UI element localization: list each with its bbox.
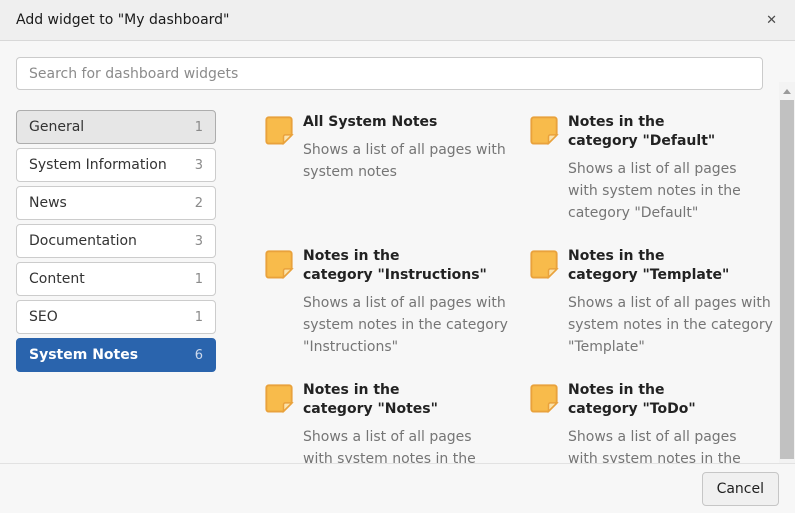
widget-text: All System Notes Shows a list of all pag… xyxy=(303,113,513,183)
widget-card-notes-default[interactable]: Notes in the category "Default" Shows a … xyxy=(529,113,781,224)
widget-title: Notes in the category "Default" xyxy=(568,113,748,151)
widget-text: Notes in the category "ToDo" Shows a lis… xyxy=(568,381,748,463)
sidebar-item-general[interactable]: General 1 xyxy=(16,110,216,144)
cancel-button[interactable]: Cancel xyxy=(702,472,779,506)
widget-title-line: Notes in the xyxy=(568,113,748,132)
add-widget-dialog: Add widget to "My dashboard" ✕ General 1… xyxy=(0,0,795,513)
widget-grid: All System Notes Shows a list of all pag… xyxy=(264,113,781,463)
category-label: General xyxy=(29,119,84,135)
category-count: 1 xyxy=(195,120,203,135)
category-count: 3 xyxy=(195,234,203,249)
sticky-note-icon xyxy=(264,114,294,146)
widget-title-line: Notes in the xyxy=(568,381,748,400)
dialog-body: General 1 System Information 3 News 2 Do… xyxy=(0,41,795,463)
sidebar-item-seo[interactable]: SEO 1 xyxy=(16,300,216,334)
sticky-note-icon xyxy=(529,248,559,280)
widget-card-notes-notes[interactable]: Notes in the category "Notes" Shows a li… xyxy=(264,381,529,463)
widget-card-notes-todo[interactable]: Notes in the category "ToDo" Shows a lis… xyxy=(529,381,781,463)
widget-description: Shows a list of all pages with system no… xyxy=(568,292,778,358)
widget-title-line: category "Notes" xyxy=(303,400,483,419)
sidebar-item-documentation[interactable]: Documentation 3 xyxy=(16,224,216,258)
widget-title-line: category "ToDo" xyxy=(568,400,748,419)
category-label: Documentation xyxy=(29,233,137,249)
widget-text: Notes in the category "Instructions" Sho… xyxy=(303,247,513,358)
category-count: 1 xyxy=(195,310,203,325)
widget-title: Notes in the category "Template" xyxy=(568,247,778,285)
search-input[interactable] xyxy=(16,57,763,90)
widget-title: Notes in the category "ToDo" xyxy=(568,381,748,419)
category-count: 6 xyxy=(195,348,203,363)
widget-title-line: Notes in the xyxy=(303,247,513,266)
dialog-title: Add widget to "My dashboard" xyxy=(16,12,229,28)
widget-description: Shows a list of all pages with system no… xyxy=(568,158,748,224)
widget-title: Notes in the category "Notes" xyxy=(303,381,483,419)
vertical-scrollbar[interactable] xyxy=(779,82,795,463)
sidebar-item-system-information[interactable]: System Information 3 xyxy=(16,148,216,182)
widget-title-line: category "Instructions" xyxy=(303,266,513,285)
scrollbar-thumb[interactable] xyxy=(780,100,794,459)
sticky-note-icon xyxy=(529,382,559,414)
widget-description: Shows a list of all pages with system no… xyxy=(568,426,748,463)
scroll-up-arrow-icon[interactable] xyxy=(783,89,791,94)
widget-text: Notes in the category "Template" Shows a… xyxy=(568,247,778,358)
close-icon[interactable]: ✕ xyxy=(764,12,779,29)
widget-title-line: Notes in the xyxy=(568,247,778,266)
sidebar-item-content[interactable]: Content 1 xyxy=(16,262,216,296)
widget-description: Shows a list of all pages with system no… xyxy=(303,426,483,463)
sticky-note-icon xyxy=(264,382,294,414)
widget-card-notes-instructions[interactable]: Notes in the category "Instructions" Sho… xyxy=(264,247,529,358)
widget-title-line: Notes in the xyxy=(303,381,483,400)
sidebar-item-system-notes[interactable]: System Notes 6 xyxy=(16,338,216,372)
widget-text: Notes in the category "Notes" Shows a li… xyxy=(303,381,483,463)
widget-title-line: category "Template" xyxy=(568,266,778,285)
category-sidebar: General 1 System Information 3 News 2 Do… xyxy=(16,110,216,376)
widget-card-all-system-notes[interactable]: All System Notes Shows a list of all pag… xyxy=(264,113,529,183)
sticky-note-icon xyxy=(529,114,559,146)
content-row: General 1 System Information 3 News 2 Do… xyxy=(16,110,779,463)
widget-description: Shows a list of all pages with system no… xyxy=(303,292,513,358)
category-label: System Information xyxy=(29,157,167,173)
dialog-header: Add widget to "My dashboard" ✕ xyxy=(0,0,795,41)
sidebar-item-news[interactable]: News 2 xyxy=(16,186,216,220)
category-label: Content xyxy=(29,271,85,287)
category-label: System Notes xyxy=(29,347,138,363)
dialog-footer: Cancel xyxy=(0,463,795,513)
widget-title: Notes in the category "Instructions" xyxy=(303,247,513,285)
category-count: 1 xyxy=(195,272,203,287)
category-label: SEO xyxy=(29,309,58,325)
widget-card-notes-template[interactable]: Notes in the category "Template" Shows a… xyxy=(529,247,781,358)
sticky-note-icon xyxy=(264,248,294,280)
widget-title-line: All System Notes xyxy=(303,113,513,132)
widget-title: All System Notes xyxy=(303,113,513,132)
category-count: 2 xyxy=(195,196,203,211)
widget-description: Shows a list of all pages with system no… xyxy=(303,139,513,183)
widget-text: Notes in the category "Default" Shows a … xyxy=(568,113,748,224)
category-count: 3 xyxy=(195,158,203,173)
widget-title-line: category "Default" xyxy=(568,132,748,151)
category-label: News xyxy=(29,195,67,211)
